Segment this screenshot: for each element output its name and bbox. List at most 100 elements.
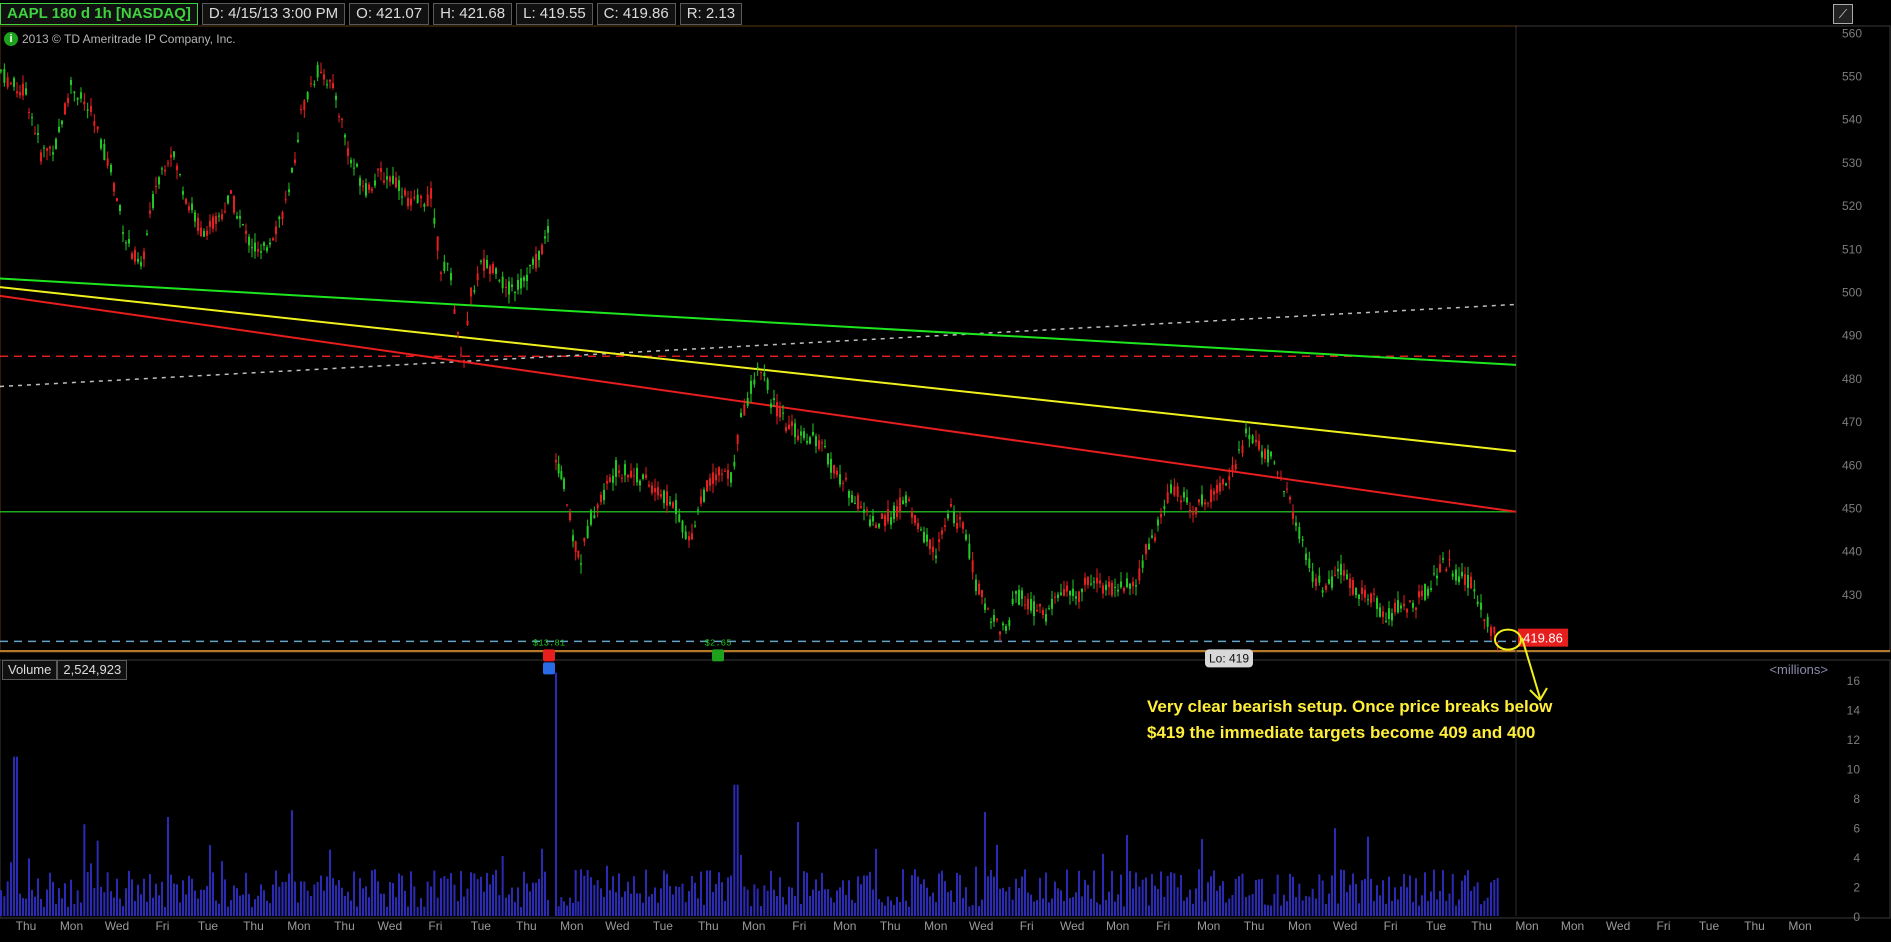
candle-body <box>968 543 971 559</box>
volume-bar <box>498 895 501 916</box>
candle-body <box>209 220 211 228</box>
candle-body <box>426 194 429 207</box>
candle-body <box>227 195 229 204</box>
candle-body <box>1493 626 1496 634</box>
volume-bar <box>19 893 21 916</box>
price-chart[interactable]: 5605505405305205105004904804704604504404… <box>0 0 1891 942</box>
volume-bar <box>1234 879 1237 916</box>
volume-bar <box>1493 879 1496 916</box>
candle-body <box>627 474 629 478</box>
volume-bar <box>736 784 739 916</box>
candle-body <box>791 421 793 427</box>
candle-body <box>1238 449 1240 451</box>
volume-bar <box>766 890 769 916</box>
volume-bar <box>857 876 859 916</box>
candle-body <box>1385 620 1387 622</box>
volume-bar <box>812 889 814 916</box>
candle-body <box>1075 596 1077 599</box>
candle-body <box>1358 594 1360 600</box>
candle-body <box>25 88 27 95</box>
volume-bar <box>706 870 708 916</box>
volume-bar <box>1295 897 1297 916</box>
candle-body <box>242 224 244 226</box>
candle-body <box>642 474 644 479</box>
volume-bar <box>1129 871 1131 916</box>
volume-bar <box>756 888 759 916</box>
candle-body <box>1151 535 1153 538</box>
volume-bar <box>1248 895 1251 916</box>
volume-bar <box>1439 890 1441 916</box>
volume-bar <box>131 879 133 916</box>
info-icon[interactable]: i <box>4 32 18 46</box>
candle-body <box>684 531 687 539</box>
candle-body <box>1476 601 1479 605</box>
candle-body <box>782 412 784 414</box>
volume-bar <box>1388 876 1390 916</box>
drawing-tools-button[interactable]: ⟋ <box>1833 4 1853 24</box>
volume-bar <box>938 873 940 916</box>
candle-body <box>113 183 115 192</box>
candle-body <box>31 117 33 119</box>
volume-bar <box>1264 904 1266 916</box>
candle-body <box>110 164 112 173</box>
volume-bar <box>416 906 419 916</box>
candle-body <box>1382 611 1384 617</box>
candle-body <box>724 470 726 472</box>
candle-body <box>978 583 980 595</box>
volume-bar <box>603 897 605 916</box>
volume-bar <box>239 895 241 916</box>
candle-body <box>1129 583 1131 589</box>
volume-bar <box>313 884 316 916</box>
volume-bar <box>1305 896 1307 916</box>
candle-body <box>1361 587 1363 595</box>
candle-body <box>678 514 681 523</box>
volume-bar <box>6 881 9 916</box>
candle-body <box>1033 601 1035 617</box>
volume-bar <box>615 892 617 916</box>
volume-bar <box>1123 906 1125 916</box>
volume-bar <box>660 888 662 916</box>
volume-bar <box>188 875 190 916</box>
candle-body <box>1355 587 1357 596</box>
volume-bar <box>106 872 109 916</box>
x-tick-label: Thu <box>880 919 901 933</box>
bar-date: D: 4/15/13 3:00 PM <box>201 3 346 25</box>
volume-bar <box>1192 903 1194 916</box>
candle-body <box>233 195 235 213</box>
candle-body <box>40 152 42 162</box>
candle-body <box>1352 580 1354 595</box>
volume-bar <box>489 884 491 916</box>
candle-body <box>526 274 528 282</box>
candle-body <box>76 97 79 100</box>
volume-bar <box>1461 880 1463 916</box>
candle-body <box>1066 585 1068 592</box>
candle-body <box>263 242 265 246</box>
candle-body <box>544 236 546 239</box>
volume-bar <box>218 903 220 916</box>
volume-tick-label: 4 <box>1853 851 1860 865</box>
volume-bar <box>666 873 668 916</box>
candle-body <box>1328 579 1330 584</box>
volume-bar <box>90 863 92 916</box>
volume-bar <box>999 888 1001 916</box>
candle-body <box>1305 553 1307 561</box>
x-tick-label: Thu <box>516 919 537 933</box>
volume-bar <box>630 893 632 916</box>
volume-bar <box>809 895 811 916</box>
volume-bar <box>569 897 571 916</box>
volume-bar <box>294 881 296 916</box>
candle-body <box>1219 482 1221 492</box>
candle-body <box>612 475 614 483</box>
volume-bar <box>13 756 15 916</box>
symbol-label[interactable]: AAPL 180 d 1h [NASDAQ] <box>0 3 198 25</box>
volume-bar <box>453 884 456 916</box>
candle-body <box>1160 514 1162 518</box>
volume-bar <box>541 848 543 916</box>
volume-bar <box>1222 881 1224 916</box>
candle-body <box>688 536 690 541</box>
candle-body <box>269 242 271 245</box>
volume-bar <box>1480 904 1482 916</box>
candle-body <box>221 214 223 220</box>
volume-bar <box>1228 898 1231 916</box>
volume-bar <box>1213 870 1215 916</box>
